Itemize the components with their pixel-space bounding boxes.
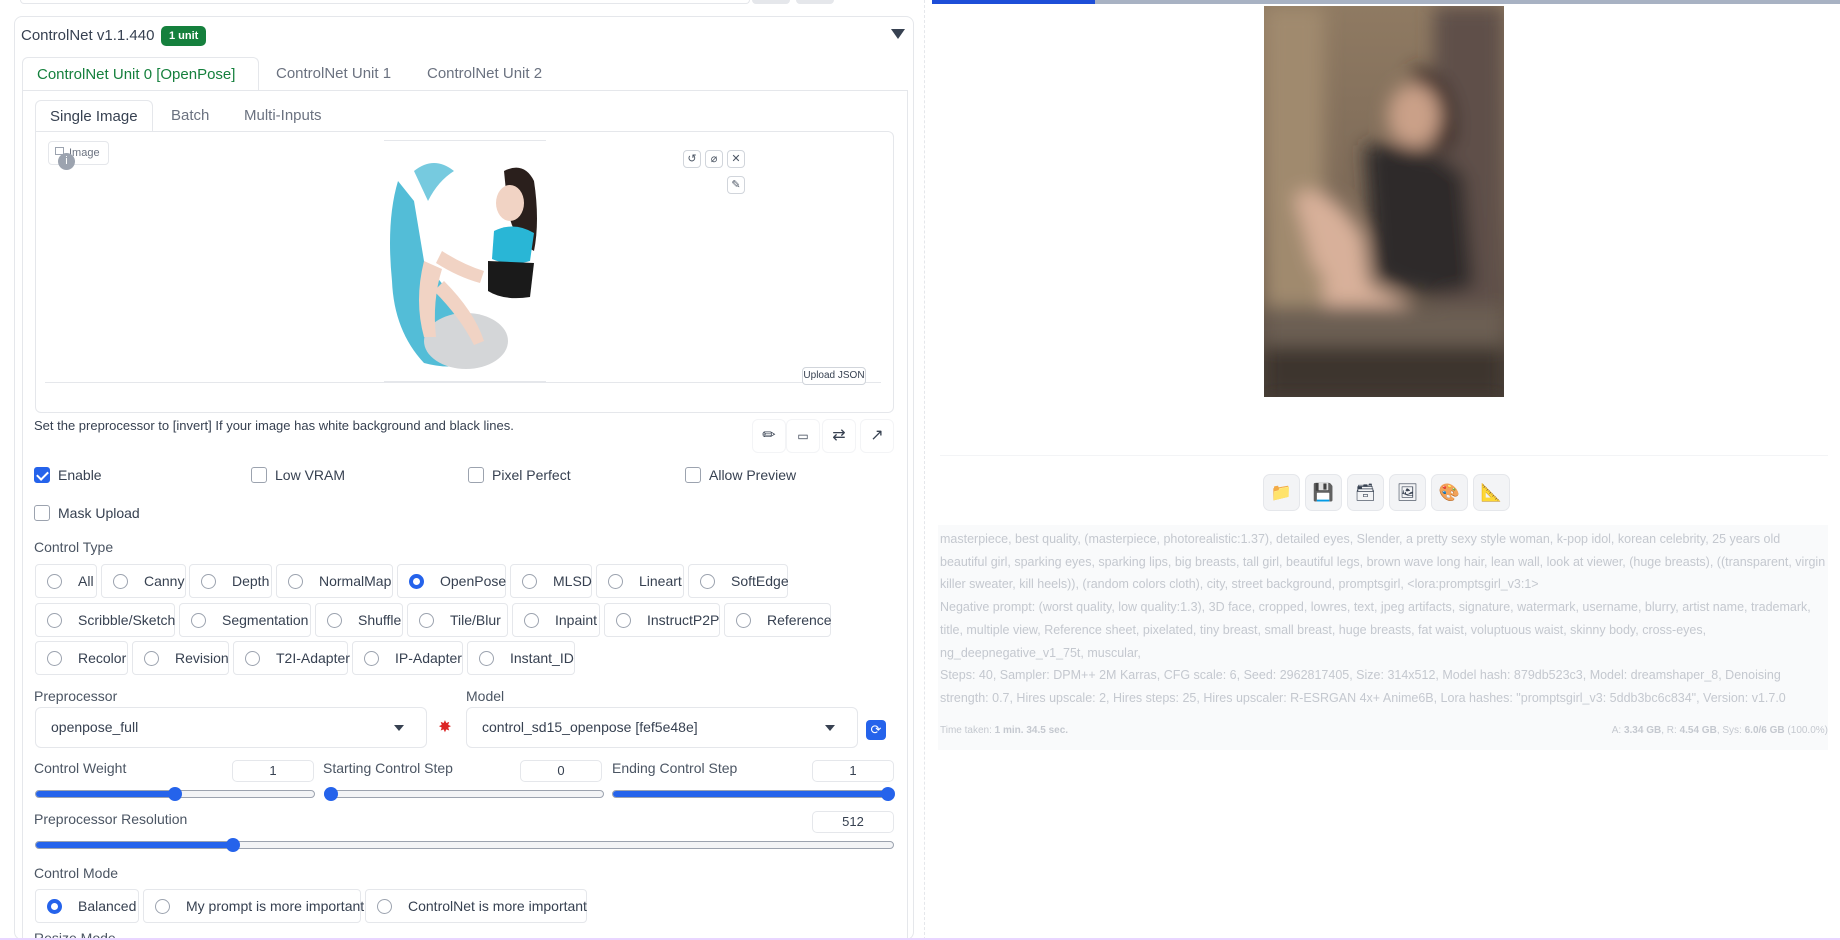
- preprocessor-resolution-label: Preprocessor Resolution: [34, 811, 188, 827]
- chevron-down-icon: [825, 725, 835, 731]
- preprocessor-dropdown[interactable]: openpose_full: [35, 707, 427, 748]
- image-icon[interactable]: 🖼: [1389, 474, 1426, 511]
- preprocessor-resolution-input[interactable]: 512: [812, 811, 894, 833]
- edit-icon[interactable]: ✏: [752, 419, 786, 453]
- model-label: Model: [466, 688, 505, 704]
- control-type-option[interactable]: SoftEdge: [688, 564, 789, 598]
- mask-upload-checkbox[interactable]: [34, 505, 50, 521]
- top-button-remnant[interactable]: [752, 0, 790, 4]
- ending-step-label: Ending Control Step: [612, 760, 738, 776]
- save-icon[interactable]: 💾: [1305, 474, 1342, 511]
- ending-step-input[interactable]: 1: [812, 760, 894, 782]
- ending-step-handle[interactable]: [881, 787, 895, 801]
- preprocessor-label: Preprocessor: [34, 688, 118, 704]
- pixel-perfect-checkbox[interactable]: [468, 467, 484, 483]
- mask-upload-label: Mask Upload: [58, 505, 140, 521]
- brush-icon[interactable]: ✎: [727, 176, 745, 194]
- eraser-icon[interactable]: ⌀: [705, 150, 723, 168]
- control-type-option[interactable]: IP-Adapter: [352, 641, 463, 675]
- tab-controlnet-unit-2[interactable]: ControlNet Unit 2: [413, 57, 556, 91]
- control-weight-input[interactable]: 1: [232, 760, 314, 782]
- generation-info: masterpiece, best quality, (masterpiece,…: [940, 532, 1826, 705]
- top-button-remnant[interactable]: [796, 0, 834, 4]
- allow-preview-checkbox[interactable]: [685, 467, 701, 483]
- control-type-option[interactable]: InstructP2P: [604, 603, 720, 637]
- allow-preview-label: Allow Preview: [709, 467, 797, 483]
- generated-image[interactable]: [1264, 6, 1504, 397]
- starting-step-label: Starting Control Step: [323, 760, 453, 776]
- control-mode-option-selected[interactable]: Balanced: [35, 889, 139, 923]
- uploaded-image: [384, 140, 546, 382]
- folder-icon[interactable]: 📁: [1263, 474, 1300, 511]
- enable-checkbox[interactable]: [34, 467, 50, 483]
- undo-icon[interactable]: ↺: [683, 150, 701, 168]
- control-type-option[interactable]: Segmentation: [179, 603, 311, 637]
- low-vram-checkbox[interactable]: [251, 467, 267, 483]
- control-type-option[interactable]: NormalMap: [276, 564, 393, 598]
- pixel-perfect-label: Pixel Perfect: [492, 467, 571, 483]
- starting-step-slider[interactable]: [324, 790, 604, 798]
- preprocessor-resolution-handle[interactable]: [225, 838, 240, 852]
- control-mode-option[interactable]: ControlNet is more important: [365, 889, 587, 923]
- enable-label: Enable: [58, 467, 102, 483]
- tab-controlnet-unit-1[interactable]: ControlNet Unit 1: [262, 57, 405, 91]
- unit-count-badge: 1 unit: [161, 26, 207, 46]
- control-type-option-selected[interactable]: OpenPose: [397, 564, 506, 598]
- chevron-down-icon: [394, 725, 404, 731]
- control-type-option[interactable]: Instant_ID: [467, 641, 575, 675]
- control-weight-handle[interactable]: [168, 787, 182, 801]
- collapse-triangle-icon[interactable]: [891, 29, 905, 39]
- control-mode-option[interactable]: My prompt is more important: [143, 889, 364, 923]
- memory-stats: A: 3.34 GB, R: 4.54 GB, Sys: 6.0/6 GB (1…: [1611, 725, 1828, 736]
- controlnet-title[interactable]: ControlNet v1.1.440: [21, 27, 154, 44]
- control-type-option[interactable]: Shuffle: [315, 603, 403, 637]
- run-preprocessor-icon[interactable]: ✸: [434, 717, 456, 739]
- control-type-label: Control Type: [34, 539, 114, 555]
- preprocessor-hint: Set the preprocessor to [invert] If your…: [34, 418, 514, 433]
- control-type-option[interactable]: Tile/Blur: [407, 603, 508, 637]
- ending-step-slider[interactable]: [612, 790, 894, 798]
- control-mode-label: Control Mode: [34, 865, 119, 881]
- control-weight-label: Control Weight: [34, 760, 127, 776]
- ruler-icon[interactable]: 📐: [1473, 474, 1510, 511]
- panel-divider: [924, 0, 925, 940]
- refresh-models-icon[interactable]: ⟳: [866, 720, 886, 740]
- zip-icon[interactable]: 🗃: [1347, 474, 1384, 511]
- starting-step-handle[interactable]: [324, 787, 338, 801]
- time-taken: Time taken: 1 min. 34.5 sec.: [940, 725, 1069, 736]
- tab-single-image[interactable]: Single Image: [35, 100, 153, 132]
- tab-controlnet-unit-0[interactable]: ControlNet Unit 0 [OpenPose]: [22, 57, 259, 91]
- control-type-option[interactable]: Revision: [132, 641, 229, 675]
- control-type-option[interactable]: MLSD: [510, 564, 592, 598]
- control-type-option[interactable]: Depth: [189, 564, 272, 598]
- control-type-option[interactable]: Lineart: [596, 564, 684, 598]
- clear-icon[interactable]: ✕: [727, 150, 745, 168]
- tab-batch[interactable]: Batch: [157, 100, 223, 132]
- control-type-option[interactable]: Reference: [724, 603, 832, 637]
- control-type-option[interactable]: Inpaint: [512, 603, 600, 637]
- info-icon[interactable]: i: [58, 153, 75, 170]
- swap-icon[interactable]: ⇄: [822, 419, 856, 453]
- control-type-option[interactable]: Scribble/Sketch: [35, 603, 175, 637]
- prompt-box-remnant: [20, 0, 750, 4]
- model-dropdown[interactable]: control_sd15_openpose [fef5e48e]: [466, 707, 858, 748]
- palette-icon[interactable]: 🎨: [1431, 474, 1468, 511]
- control-type-option[interactable]: Canny: [101, 564, 186, 598]
- preprocessor-resolution-slider[interactable]: [35, 841, 894, 849]
- camera-icon[interactable]: ▭: [786, 419, 820, 453]
- control-type-option[interactable]: All: [35, 564, 97, 598]
- control-type-option[interactable]: Recolor: [35, 641, 128, 675]
- upload-json-button[interactable]: Upload JSON: [802, 367, 866, 385]
- starting-step-input[interactable]: 0: [520, 760, 602, 782]
- control-type-option[interactable]: T2I-Adapter: [233, 641, 350, 675]
- send-dimensions-icon[interactable]: ↗: [860, 419, 894, 453]
- tab-multi-inputs[interactable]: Multi-Inputs: [230, 100, 336, 132]
- low-vram-label: Low VRAM: [275, 467, 346, 483]
